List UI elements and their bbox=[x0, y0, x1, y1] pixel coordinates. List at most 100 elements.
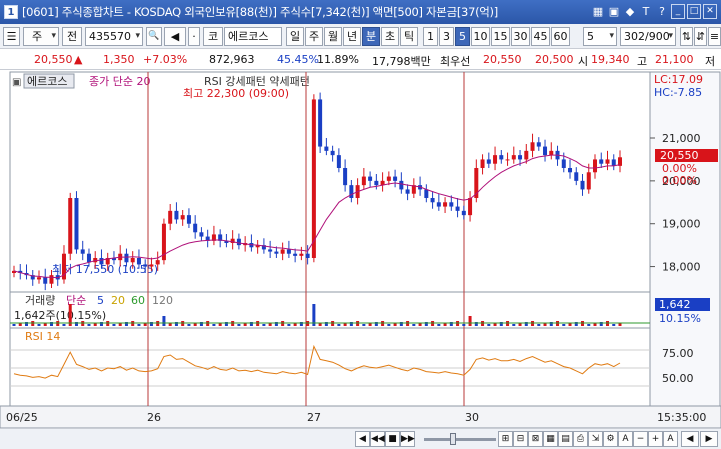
rewind-button[interactable]: ◀ bbox=[355, 431, 370, 447]
title-bar: 1 [0601] 주식종합차트 - KOSDAQ 외국인보유[88(천)] 주식… bbox=[0, 0, 721, 24]
scroll-right-button[interactable]: ▶ bbox=[700, 431, 718, 447]
candle-body bbox=[386, 176, 391, 181]
menu-icon[interactable]: ☰ bbox=[3, 27, 20, 46]
volume-bar bbox=[462, 324, 466, 326]
period-tab-2[interactable]: 월 bbox=[324, 27, 342, 46]
remove-button[interactable]: − bbox=[633, 431, 648, 447]
volume-bar bbox=[187, 324, 191, 326]
zoom-slider[interactable] bbox=[424, 433, 496, 445]
candle-body bbox=[168, 210, 173, 224]
volume-bar bbox=[512, 324, 516, 326]
candle-body bbox=[405, 189, 410, 194]
candle-body bbox=[143, 264, 148, 267]
interval-tab-10[interactable]: 10 bbox=[471, 27, 490, 46]
close-icon[interactable]: ✕ bbox=[703, 4, 717, 19]
candle-body bbox=[586, 172, 591, 190]
count-field[interactable]: 302/900 bbox=[620, 27, 676, 46]
minimize-icon[interactable]: _ bbox=[671, 4, 685, 19]
chart-area[interactable]: 에르코스 ▣ 종가 단순 20 RSI 강세패턴 약세패턴 최고 22,300 … bbox=[0, 70, 721, 429]
stop-button[interactable]: ■ bbox=[385, 431, 400, 447]
candle-body bbox=[268, 249, 273, 252]
high-label: 고 bbox=[637, 55, 648, 68]
volume-bar bbox=[62, 324, 66, 326]
period-tab-0[interactable]: 일 bbox=[286, 27, 304, 46]
chart-svg[interactable]: 에르코스 ▣ 종가 단순 20 RSI 강세패턴 약세패턴 최고 22,300 … bbox=[0, 70, 721, 429]
price-tick-label: 21,000 bbox=[662, 132, 701, 145]
candle-body bbox=[36, 277, 41, 280]
zoom-out-button[interactable]: ⊟ bbox=[513, 431, 528, 447]
market-button[interactable]: 코 bbox=[203, 27, 223, 46]
interval-select[interactable]: 5 bbox=[583, 27, 617, 46]
candle-body bbox=[286, 249, 291, 254]
period-tab-6[interactable]: 틱 bbox=[400, 27, 418, 46]
stock-code-input[interactable]: 435570 bbox=[85, 27, 143, 46]
prev-button[interactable]: 전 bbox=[62, 27, 82, 46]
stock-tag: 에르코스 bbox=[27, 75, 67, 88]
candle-body bbox=[455, 206, 460, 211]
layout-button[interactable]: ▤ bbox=[558, 431, 573, 447]
volume-bar bbox=[537, 324, 541, 326]
help-icon[interactable]: ? bbox=[655, 4, 669, 19]
box-icon[interactable]: ▣ bbox=[607, 4, 621, 19]
candle-body bbox=[299, 253, 304, 256]
interval-tab-1[interactable]: 1 bbox=[423, 27, 438, 46]
stock-name-field[interactable]: 에르코스 bbox=[224, 27, 282, 46]
prev-page-button[interactable]: ◀◀ bbox=[370, 431, 385, 447]
volume-bar bbox=[362, 324, 366, 326]
volume-bar bbox=[562, 324, 566, 326]
text-button[interactable]: A bbox=[663, 431, 678, 447]
candle-body bbox=[399, 180, 404, 190]
diamond-icon[interactable]: ◆ bbox=[623, 4, 637, 19]
interval-tab-5[interactable]: 5 bbox=[455, 27, 470, 46]
pct-tag-2: 0.00% bbox=[662, 174, 697, 187]
period-tab-1[interactable]: 주 bbox=[305, 27, 323, 46]
rsi-panel bbox=[9, 327, 651, 407]
candle-body bbox=[274, 251, 279, 254]
candle-body bbox=[293, 253, 298, 256]
period-tab-3[interactable]: 년 bbox=[343, 27, 361, 46]
hc-label: HC:-7.85 bbox=[654, 86, 702, 99]
candle-body bbox=[130, 258, 135, 263]
candle-body bbox=[436, 202, 441, 207]
volume-bar bbox=[87, 324, 91, 326]
scroll-left-button[interactable]: ◀ bbox=[681, 431, 699, 447]
zoom-in-button[interactable]: ⊞ bbox=[498, 431, 513, 447]
search-icon[interactable]: 🔍 bbox=[146, 27, 162, 46]
interval-tab-45[interactable]: 45 bbox=[531, 27, 550, 46]
volume-bar bbox=[287, 324, 291, 326]
next-page-button[interactable]: ▶▶ bbox=[400, 431, 415, 447]
candle-body bbox=[574, 172, 579, 181]
zoom-slider-knob[interactable] bbox=[450, 433, 456, 445]
grid-icon[interactable]: ▦ bbox=[591, 4, 605, 19]
open-label: 시 bbox=[578, 55, 589, 68]
period-tab-5[interactable]: 초 bbox=[381, 27, 399, 46]
interval-tab-3[interactable]: 3 bbox=[439, 27, 454, 46]
interval-tab-60[interactable]: 60 bbox=[551, 27, 570, 46]
candle-body bbox=[536, 142, 541, 147]
settings-icon[interactable]: ⚙ bbox=[603, 431, 618, 447]
rsi-tick-50: 50.00 bbox=[662, 372, 694, 385]
restore-icon[interactable]: □ bbox=[687, 4, 701, 19]
chart-tool-1[interactable]: ⇵ bbox=[694, 27, 707, 46]
chart-tool-2[interactable]: ≡ bbox=[708, 27, 721, 46]
text-t-icon[interactable]: T bbox=[639, 4, 653, 19]
candle-body bbox=[368, 176, 373, 181]
speaker-icon[interactable]: ◀ bbox=[164, 27, 186, 46]
chart-tool-0[interactable]: ⇅ bbox=[680, 27, 693, 46]
export-button[interactable]: ⇲ bbox=[588, 431, 603, 447]
interval-tab-30[interactable]: 30 bbox=[511, 27, 530, 46]
candle-body bbox=[80, 249, 85, 254]
font-button[interactable]: A bbox=[618, 431, 633, 447]
compare-button[interactable]: ⊠ bbox=[528, 431, 543, 447]
dot-button[interactable]: · bbox=[188, 27, 200, 46]
add-button[interactable]: + bbox=[648, 431, 663, 447]
candle-body bbox=[280, 249, 285, 254]
volume-value: 872,963 bbox=[209, 53, 255, 66]
print-button[interactable]: ⎙ bbox=[573, 431, 588, 447]
window-title: [0601] 주식종합차트 - KOSDAQ 외국인보유[88(천)] 주식수[… bbox=[22, 5, 498, 19]
period-select[interactable]: 주 bbox=[23, 27, 59, 46]
candle-body bbox=[449, 202, 454, 207]
grid-toggle-button[interactable]: ▦ bbox=[543, 431, 558, 447]
interval-tab-15[interactable]: 15 bbox=[491, 27, 510, 46]
period-tab-4[interactable]: 분 bbox=[362, 27, 380, 46]
